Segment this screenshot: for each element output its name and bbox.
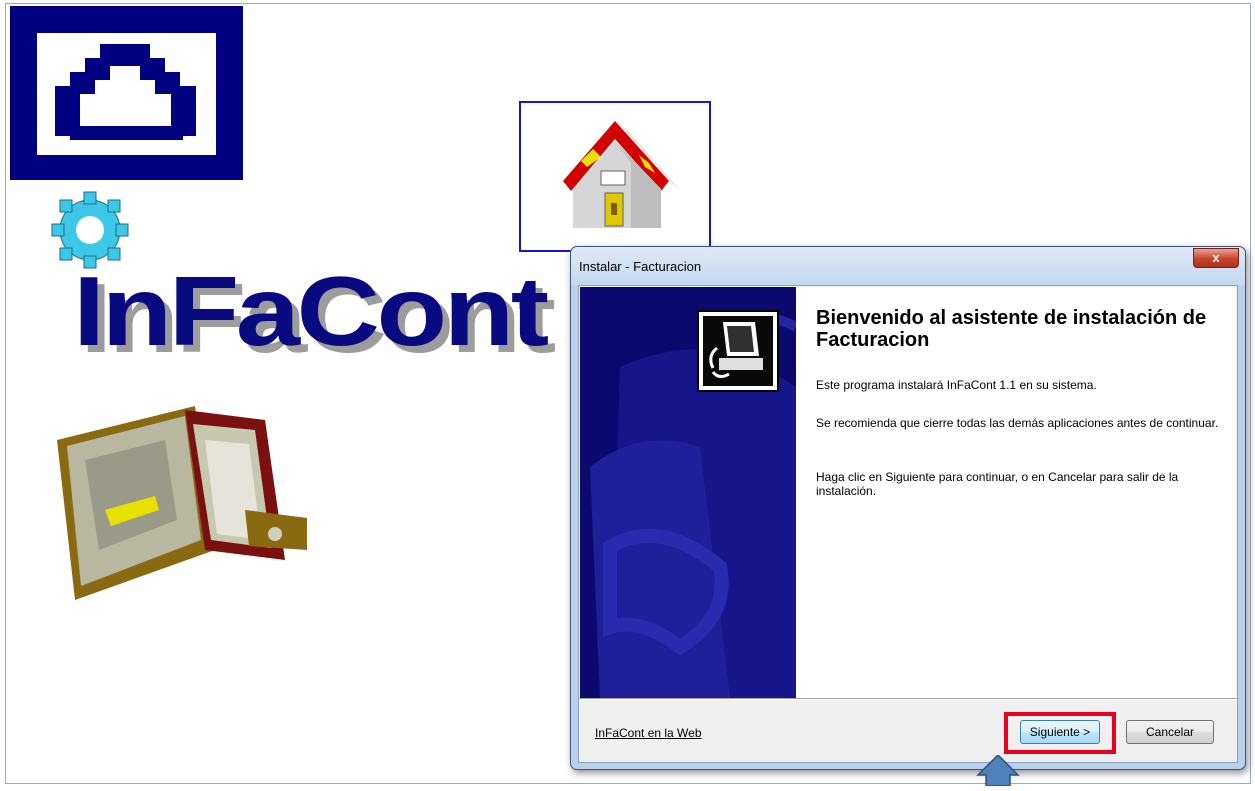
home-icon (563, 121, 681, 228)
welcome-heading: Bienvenido al asistente de instalación d… (816, 307, 1207, 351)
cancel-button[interactable]: Cancelar (1126, 720, 1214, 744)
web-link[interactable]: InFaCont en la Web (595, 726, 702, 740)
separator (579, 698, 1237, 700)
intro-text: Este programa instalará InFaCont 1.1 en … (816, 378, 1097, 392)
instruction-text: Haga clic en Siguiente para continuar, o… (816, 470, 1179, 498)
home-button[interactable] (519, 101, 711, 252)
dialog-title: Instalar - Facturacion (579, 259, 702, 274)
close-icon[interactable]: x (1193, 248, 1239, 268)
home-logo-icon[interactable] (10, 6, 243, 180)
brand-logo-text: InFaCont (73, 256, 549, 366)
wallet-icon[interactable] (45, 400, 325, 610)
recommendation-text: Se recomienda que cierre todas las demás… (816, 416, 1219, 430)
installer-dialog: Instalar - Facturacion x Bienvenido al a… (570, 246, 1246, 770)
dialog-body: Bienvenido al asistente de instalación d… (578, 285, 1238, 763)
wizard-content: Bienvenido al asistente de instalación d… (796, 287, 1236, 698)
dialog-titlebar[interactable]: Instalar - Facturacion x (571, 247, 1245, 285)
next-button-highlight (1004, 712, 1116, 754)
install-computer-icon (697, 310, 779, 392)
wizard-banner-image (580, 287, 796, 698)
